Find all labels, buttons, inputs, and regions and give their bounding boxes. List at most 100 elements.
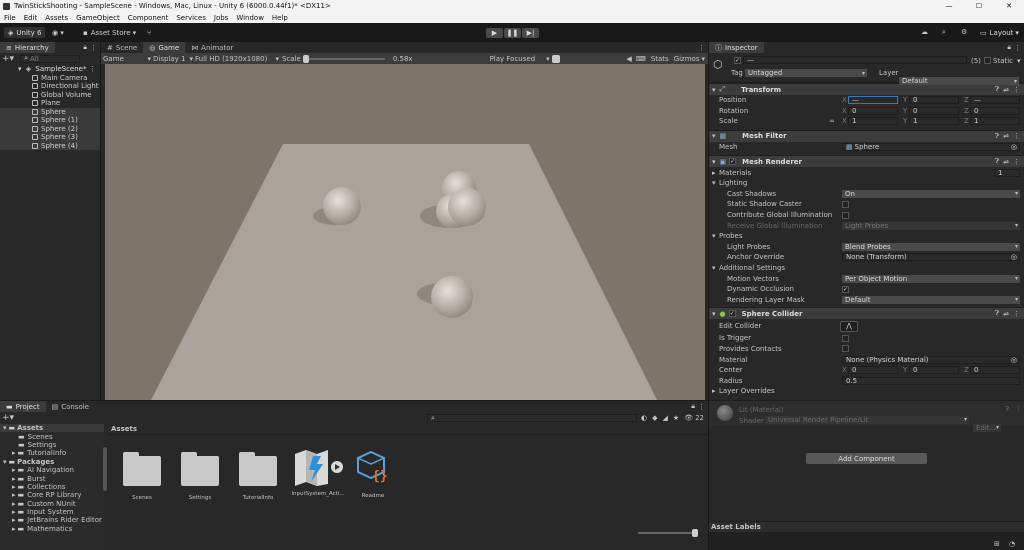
hierarchy-item-main-camera[interactable]: Main Camera [0,74,100,83]
asset-labels-bar[interactable]: Asset Labels [709,521,1024,532]
resolution-dropdown[interactable]: Full HD (1920x1080) ▾ [193,55,279,63]
materials-count-input[interactable]: 1 [994,168,1020,177]
stats-button[interactable]: Stats [651,55,669,63]
additional-settings-section[interactable]: ▾ Additional Settings [709,263,1024,274]
kebab-menu-icon[interactable]: ⋮ [1013,158,1020,166]
menu-component[interactable]: Component [128,14,169,22]
radius-input[interactable]: 0.5 [842,376,1020,385]
tree-packages[interactable]: ▾ ▬ Packages [0,458,104,466]
preset-icon[interactable]: ⇌ [1003,158,1009,166]
rotation-z-input[interactable]: 0 [970,106,1020,115]
lighting-section[interactable]: ▾ Lighting [709,178,1024,189]
center-x-input[interactable]: 0 [848,366,898,375]
mesh-renderer-header[interactable]: ▾ ▣ ✓ Mesh Renderer ❓︎ ⇌ ⋮ [709,155,1024,168]
tab-hierarchy[interactable]: ≡ Hierarchy [0,42,55,53]
layout-dropdown[interactable]: ▭ Layout ▾ [977,27,1022,38]
tree-item[interactable]: ▬ Settings [0,441,104,449]
play-button[interactable]: ▶ [486,28,503,38]
rotation-x-input[interactable]: 0 [848,106,898,115]
project-search-input[interactable]: ⌕ [427,414,638,422]
close-button[interactable]: ✕ [994,2,1024,10]
version-control-icon[interactable]: ⑂ [147,29,151,37]
position-y-input[interactable]: 0 [909,96,959,105]
lock-icon[interactable]: 🔒︎ [691,402,695,411]
tree-item[interactable]: ▸ ▬ AI Navigation [0,466,104,474]
active-checkbox[interactable]: ✓ [734,57,741,64]
game-mode-dropdown[interactable]: Game ▾ [101,55,151,63]
scale-x-input[interactable]: 1 [848,117,898,126]
step-button[interactable]: ▶| [522,28,539,38]
link-icon[interactable]: ∞ [829,117,835,125]
sphere-collider-header[interactable]: ▾ ● ✓ Sphere Collider ❓︎ ⇌ ⋮ [709,307,1024,320]
hierarchy-item-sphere-3[interactable]: Sphere (3) [0,133,100,142]
contribute-gi-checkbox[interactable] [842,211,849,219]
static-checkbox[interactable] [984,57,991,64]
scale-slider-handle[interactable] [302,54,309,63]
is-trigger-checkbox[interactable] [842,334,849,342]
tree-item[interactable]: ▸ ▬ Input System [0,508,104,516]
chevron-down-icon[interactable]: ▾ [1017,57,1021,65]
scale-y-input[interactable]: 1 [909,117,959,126]
hierarchy-scene[interactable]: ▾ ◈ SampleScene* ⋮ [0,65,100,74]
light-probes-dropdown[interactable]: Blend Probes [842,242,1020,251]
menu-jobs[interactable]: Jobs [214,14,228,22]
kebab-menu-icon[interactable]: ⋮ [1013,86,1020,94]
object-name-input[interactable]: — [743,56,967,64]
collab-icon[interactable]: ⊞ [994,540,1000,548]
hierarchy-item-sphere-2[interactable]: Sphere (2) [0,124,100,133]
bell-icon[interactable]: ◔ [1009,540,1015,548]
kebab-menu-icon[interactable]: ⋮ [1015,405,1022,413]
settings-icon[interactable]: ⚙ [961,28,967,36]
kebab-menu-icon[interactable]: ⋮ [698,44,705,52]
edit-collider-button[interactable]: ⋀ [840,320,858,332]
preset-icon[interactable]: ⇌ [1003,132,1009,140]
tree-item[interactable]: ▬ Scenes [0,432,104,441]
object-picker-icon[interactable]: ◎ [1011,253,1017,261]
play-focused-dropdown[interactable]: Play Focused ▾ [490,55,550,63]
help-icon[interactable]: ❓︎ [995,85,999,94]
tree-item[interactable]: ▸ ▬ TutorialInfo [0,449,104,457]
cloud-services-icon[interactable]: ☁ [921,28,928,36]
tab-scene[interactable]: # Scene [101,42,143,53]
tree-assets[interactable]: ▾ ▬ Assets [0,424,104,433]
tab-inspector[interactable]: ⓘ Inspector [709,42,764,53]
tab-game[interactable]: ◎ Game [143,42,186,53]
tree-item[interactable]: ▸ ▬ Custom NUnit [0,500,104,508]
tree-item[interactable]: ▸ ▬ Core RP Library [0,491,104,499]
rendering-layer-mask-dropdown[interactable]: Default [842,295,1020,304]
add-icon[interactable]: +▾ [2,413,14,423]
mesh-object-field[interactable]: ▦ Sphere ◎ [842,143,1020,152]
tree-item[interactable]: ▸ ▬ Mathematics [0,525,104,533]
icon-size-slider[interactable] [638,529,698,537]
asset-store-button[interactable]: ▪ Asset Store ▾ [83,27,136,38]
menu-window[interactable]: Window [236,14,264,22]
display-dropdown[interactable]: Display 1 ▾ [151,55,193,63]
mute-audio-icon[interactable]: ◀︎ [626,55,631,63]
materials-row[interactable]: ▸ Materials 1 [709,167,1024,178]
hierarchy-item-sphere[interactable]: Sphere [0,107,100,116]
help-icon[interactable]: ❓︎ [995,132,999,141]
tab-console[interactable]: ▤ Console [46,401,95,412]
collider-material-field[interactable]: None (Physics Material) ◎ [842,355,1020,364]
menu-gameobject[interactable]: GameObject [76,14,120,22]
pause-button[interactable]: ❚❚ [504,28,521,38]
audio-icon[interactable] [551,54,560,63]
tag-dropdown[interactable]: Untagged [745,69,867,77]
layer-dropdown[interactable]: Default [899,77,1019,85]
kebab-menu-icon[interactable]: ⋮ [89,65,96,74]
asset-item-tutorialinfo[interactable]: TutorialInfo [238,452,278,501]
filter-type-icon[interactable]: ◐ [641,414,647,422]
favorite-icon[interactable]: ★ [673,414,679,422]
mesh-filter-header[interactable]: ▾ ▦ Mesh Filter ❓︎ ⇌ ⋮ [709,129,1024,142]
kebab-menu-icon[interactable]: ⋮ [90,44,97,52]
add-component-button[interactable]: Add Component [806,453,927,464]
minimize-button[interactable]: — [934,2,964,10]
provides-contacts-checkbox[interactable] [842,345,849,353]
hierarchy-item-global-volume[interactable]: Global Volume [0,91,100,100]
icon-size-slider-handle[interactable] [692,529,698,537]
eye-icon[interactable]: 👁︎ [684,414,693,422]
tree-item[interactable]: ▸ ▬ Collections [0,483,104,491]
breadcrumb-assets[interactable]: Assets [111,425,137,433]
menu-services[interactable]: Services [176,14,206,22]
keyboard-icon[interactable]: ⌨ [636,55,646,63]
